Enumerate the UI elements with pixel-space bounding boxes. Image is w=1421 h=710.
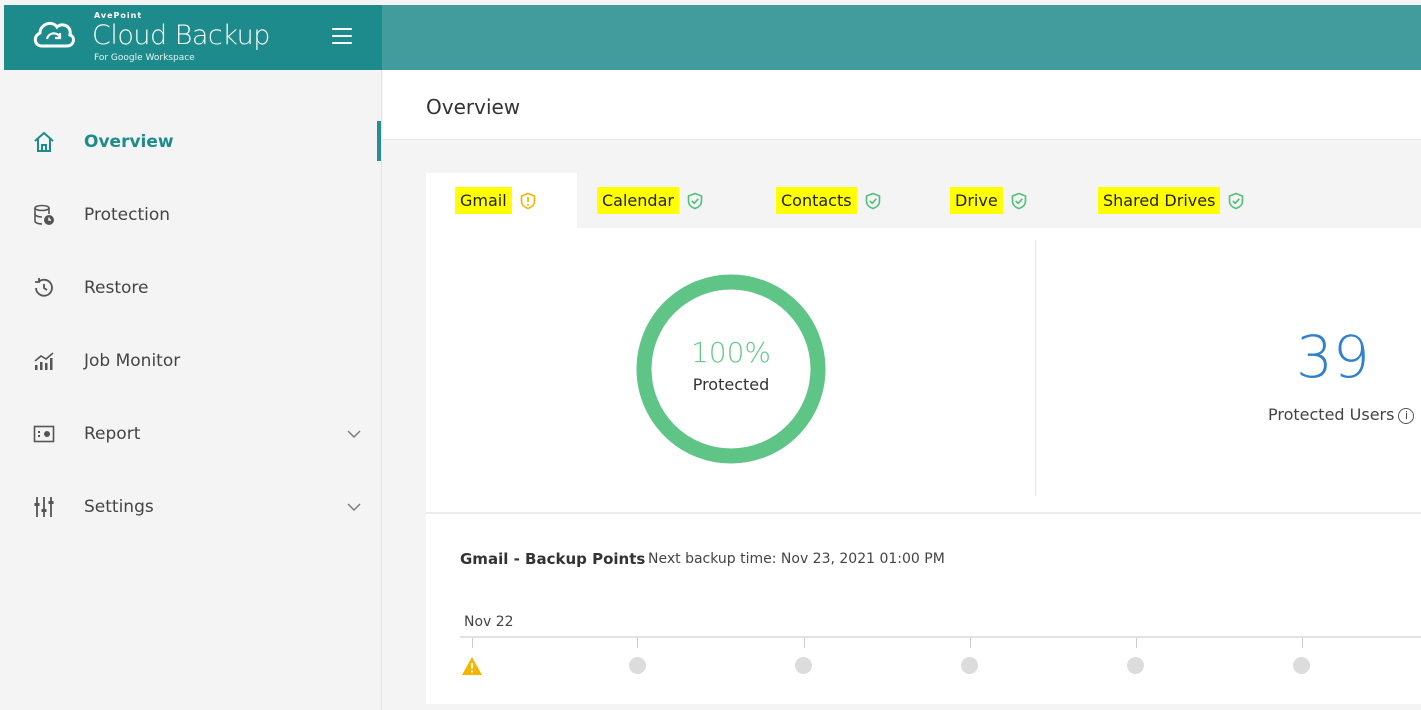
header-bar [382,5,1421,70]
divider [426,512,1421,514]
sliders-icon [30,493,58,521]
protected-users-count: 39 [1296,323,1370,391]
overview-card: Gmail Calendar Contacts Drive Shared Dri… [426,173,1421,705]
shield-check-icon [865,192,880,209]
sidebar-item-restore[interactable]: Restore [4,263,382,313]
hamburger-menu-icon[interactable] [332,28,352,44]
sidebar-item-settings[interactable]: Settings [4,482,382,532]
sidebar-item-protection[interactable]: Protection [4,190,382,240]
home-icon [30,128,58,156]
tab-shared-drives[interactable]: Shared Drives [1098,173,1245,228]
page-title: Overview [426,95,521,119]
sidebar-item-label: Overview [84,132,174,152]
product-title: Cloud Backup [92,20,270,51]
tab-panel-gmail: 100% Protected 39 Protected Users i Gmail… [426,228,1421,704]
backup-point-dot[interactable] [961,657,978,674]
sidebar-item-label: Job Monitor [84,351,181,371]
next-backup-time: Next backup time: Nov 23, 2021 01:00 PM [648,551,945,567]
sidebar-item-overview[interactable]: Overview [4,117,382,167]
tab-label: Calendar [597,187,679,214]
protected-users-label-row: Protected Users i [1268,405,1415,424]
backup-point-dot[interactable] [1127,657,1144,674]
timeline-tick [637,638,638,648]
warning-icon[interactable] [461,656,483,676]
chevron-down-icon[interactable] [346,426,362,442]
timeline-tick [472,638,473,648]
report-icon [30,420,58,448]
sidebar-item-report[interactable]: Report [4,409,382,459]
sidebar-item-label: Protection [84,205,171,225]
tab-label: Contacts [776,187,857,214]
backup-point-dot[interactable] [1293,657,1310,674]
shield-warning-icon [520,192,535,209]
history-icon [30,274,58,302]
brand-area: AvePoint Cloud Backup For Google Workspa… [4,5,382,70]
timeline-tick [970,638,971,648]
timeline-tick [1136,638,1137,648]
product-subtitle: For Google Workspace [94,53,195,63]
tab-contacts[interactable]: Contacts [776,173,882,228]
sidebar-item-label: Report [84,424,141,444]
timeline-tick [804,638,805,648]
shield-check-icon [1011,192,1026,209]
divider [1035,240,1036,496]
cloud-sync-logo-icon [33,21,76,48]
tab-label: Drive [950,187,1003,214]
tab-label: Shared Drives [1098,187,1221,214]
bar-chart-icon [30,347,58,375]
timeline-tick [1302,638,1303,648]
tab-calendar[interactable]: Calendar [597,173,704,228]
info-icon[interactable]: i [1398,407,1415,424]
shield-check-icon [687,192,703,209]
backup-point-dot[interactable] [629,657,646,674]
timeline-date-label: Nov 22 [464,614,514,630]
protected-percentage: 100% [690,336,772,369]
sidebar-item-job-monitor[interactable]: Job Monitor [4,336,382,386]
active-indicator [377,121,381,161]
protected-users-label: Protected Users [1268,405,1395,424]
database-clock-icon [30,201,58,229]
shield-check-icon [1229,192,1244,209]
page-header: Overview [383,70,1421,140]
backup-timeline [460,636,1421,638]
backup-point-dot[interactable] [795,657,812,674]
tab-gmail[interactable]: Gmail [426,173,577,228]
backup-points-title: Gmail - Backup Points [460,550,646,568]
sidebar-item-label: Restore [84,278,149,298]
tab-label: Gmail [455,187,512,214]
protection-ring [636,274,826,464]
sidebar: Overview Protection Restore Job Monitor … [4,70,382,710]
company-name: AvePoint [94,11,143,20]
chevron-down-icon[interactable] [346,499,362,515]
protected-label: Protected [692,375,770,394]
sidebar-item-label: Settings [84,497,154,517]
service-tabs: Gmail Calendar Contacts Drive Shared Dri… [426,173,1421,228]
main-content: Overview Gmail Calendar Contacts Drive S… [383,70,1421,710]
top-bar: AvePoint Cloud Backup For Google Workspa… [4,5,1421,70]
tab-drive[interactable]: Drive [950,173,1028,228]
